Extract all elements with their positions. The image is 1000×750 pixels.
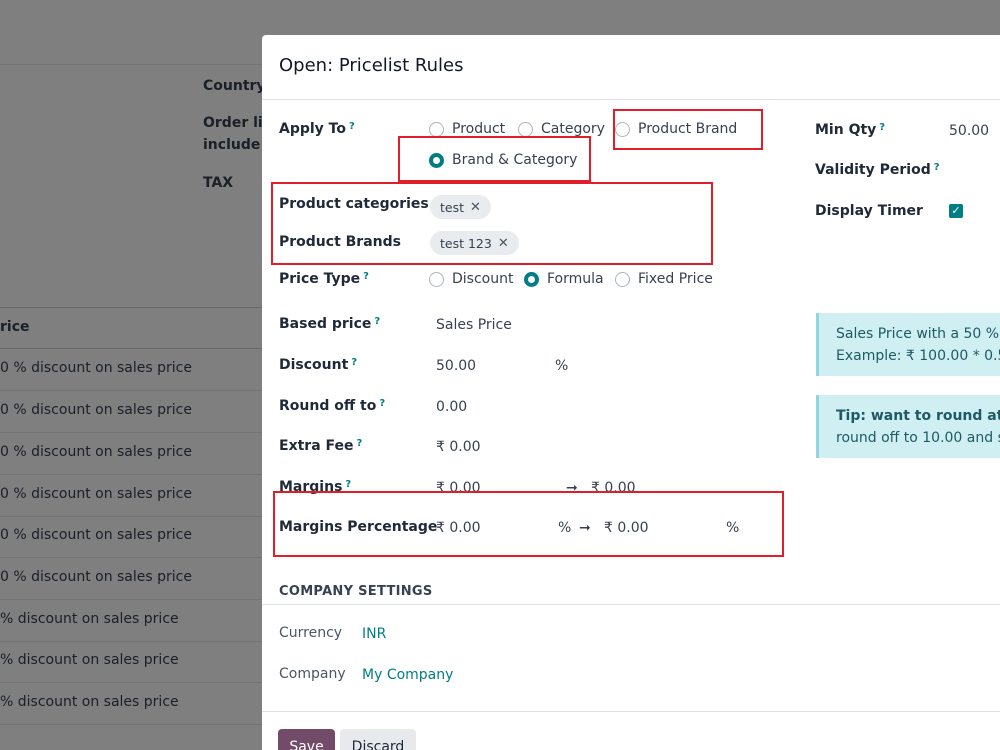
extra-fee-input[interactable]: ₹ 0.00	[436, 439, 481, 455]
discount-label: Discount?	[279, 357, 358, 373]
footer-divider	[262, 711, 1000, 712]
help-icon[interactable]: ?	[374, 316, 380, 327]
price-type-fixed-price-radio[interactable]: Fixed Price	[615, 271, 713, 287]
highlight-box	[271, 182, 713, 265]
help-icon[interactable]: ?	[349, 121, 355, 132]
formula-info-line-1: Sales Price with a 50 % c	[836, 326, 1000, 342]
display-timer-label: Display Timer	[815, 203, 923, 219]
highlight-box	[613, 109, 763, 150]
company-settings-title: COMPANY SETTINGS	[279, 584, 433, 599]
formula-info-line-2: Example: ₹ 100.00 * 0.5	[836, 348, 1000, 364]
min-qty-label: Min Qty?	[815, 122, 886, 138]
apply-to-product-radio[interactable]: Product	[429, 121, 505, 137]
help-icon[interactable]: ?	[351, 357, 357, 368]
rounding-tip-alert: Tip: want to round at 9. round off to 10…	[816, 395, 1000, 458]
radio-icon	[518, 121, 533, 137]
help-icon[interactable]: ?	[934, 162, 940, 173]
validity-period-label: Validity Period?	[815, 162, 940, 178]
save-button[interactable]: Save	[278, 729, 335, 750]
highlight-box	[398, 136, 591, 182]
dialog-header: Open: Pricelist Rules	[262, 35, 1000, 100]
radio-icon	[429, 271, 444, 287]
radio-selected-icon	[524, 271, 539, 287]
discount-input[interactable]: 50.00	[436, 358, 476, 374]
currency-field[interactable]: INR	[362, 626, 386, 642]
company-label: Company	[279, 666, 346, 682]
help-icon[interactable]: ?	[345, 479, 351, 490]
price-type-discount-radio[interactable]: Discount	[429, 271, 513, 287]
help-icon[interactable]: ?	[379, 398, 385, 409]
price-type-label: Price Type?	[279, 271, 369, 287]
rounding-tip-line-1: Tip: want to round at 9.	[836, 408, 1000, 424]
help-icon[interactable]: ?	[879, 122, 885, 133]
section-divider	[262, 604, 1000, 605]
dialog-title: Open: Pricelist Rules	[279, 55, 464, 76]
extra-fee-label: Extra Fee?	[279, 438, 363, 454]
based-price-label: Based price?	[279, 316, 381, 332]
radio-icon	[615, 271, 630, 287]
price-type-formula-radio[interactable]: Formula	[524, 271, 604, 287]
company-field[interactable]: My Company	[362, 667, 453, 683]
apply-to-label: Apply To?	[279, 121, 355, 137]
pricelist-rule-dialog: Open: Pricelist Rules Apply To? Product …	[262, 35, 1000, 750]
round-off-input[interactable]: 0.00	[436, 399, 467, 415]
radio-icon	[429, 121, 444, 137]
formula-info-alert: Sales Price with a 50 % c Example: ₹ 100…	[816, 313, 1000, 376]
discount-unit: %	[555, 358, 569, 374]
help-icon[interactable]: ?	[357, 438, 363, 449]
round-off-label: Round off to?	[279, 398, 386, 414]
rounding-tip-line-2: round off to 10.00 and s	[836, 430, 1000, 446]
highlight-box	[273, 491, 784, 557]
currency-label: Currency	[279, 625, 343, 641]
apply-to-category-radio[interactable]: Category	[518, 121, 605, 137]
min-qty-input[interactable]: 50.00	[949, 123, 989, 139]
display-timer-checkbox[interactable]: ✓	[949, 204, 963, 218]
discard-button[interactable]: Discard	[340, 729, 416, 750]
based-price-select[interactable]: Sales Price	[436, 317, 512, 333]
help-icon[interactable]: ?	[363, 271, 369, 282]
